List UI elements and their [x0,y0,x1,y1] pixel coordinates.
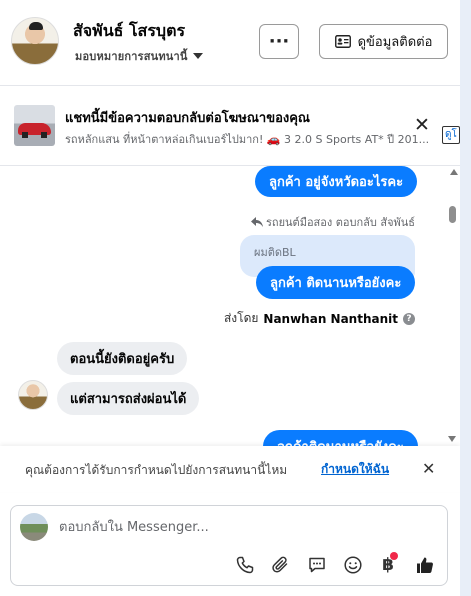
more-options-button[interactable]: ··· [259,24,299,59]
thumbs-up-icon[interactable] [414,554,436,576]
reply-meta-text: รถยนต์มือสอง ตอบกลับ สัจพันธ์ [266,216,415,229]
ad-banner-description: รถหลักแสน ที่หน้าตาหล่อเกินเบอร์ไปมาก! 🚗… [65,133,430,146]
assignment-prompt: คุณต้องการได้รับการกำหนดไปยังการสนทนานี้… [0,446,460,492]
incoming-message[interactable]: แต่สามารถส่งผ่อนได้ [57,382,200,415]
message-composer: ฿ [10,505,448,586]
assign-to-me-link[interactable]: กำหนดให้ฉัน [321,460,389,479]
attachment-icon[interactable] [270,554,292,576]
info-icon[interactable]: ? [403,312,415,325]
close-icon[interactable]: ✕ [414,116,430,135]
caret-down-icon [192,53,203,59]
close-icon[interactable]: ✕ [422,459,435,478]
contact-avatar-small[interactable] [18,380,48,410]
view-contact-button[interactable]: ดูข้อมูลติดต่อ [319,24,448,59]
sent-by-prefix: ส่งโดย [223,311,259,325]
messenger-chat-panel: สัจพันธ์ โสรบุตร มอบหมายการสนทนานี้ ··· … [0,0,460,596]
scroll-thumb[interactable] [449,206,456,223]
scroll-down-icon[interactable] [448,436,456,442]
sender-name: Nanwhan Nanthanit [263,311,398,326]
sent-by-label: ส่งโดย Nanwhan Nanthanit ? [224,309,415,328]
outgoing-message[interactable]: ลูกค้า ติดนานหรือยังคะ [256,266,416,299]
message-thread: ลูกค้า อยู่จังหวัดอะไรคะ รถยนต์มือสอง ตอ… [0,166,460,446]
scroll-up-icon[interactable] [450,169,458,175]
chat-header: สัจพันธ์ โสรบุตร มอบหมายการสนทนานี้ ··· … [0,0,460,86]
page-avatar [20,513,48,541]
message-scrollbar[interactable] [448,166,460,446]
ad-car-thumbnail[interactable] [14,105,55,146]
notification-dot [390,552,398,560]
contact-card-icon [334,35,351,48]
saved-reply-icon[interactable] [306,554,328,576]
ad-banner-title: แชทนี้มีข้อความตอบกลับต่อโฆษณาของคุณ [65,111,310,126]
view-contact-label: ดูข้อมูลติดต่อ [357,35,433,50]
phone-icon[interactable] [234,554,256,576]
contact-name[interactable]: สัจพันธ์ โสรบุตร [73,19,185,44]
emoji-icon[interactable] [342,554,364,576]
baht-icon[interactable]: ฿ [377,552,399,576]
assign-label: มอบหมายการสนทนานี้ [75,50,188,63]
assign-conversation-dropdown[interactable]: มอบหมายการสนทนานี้ [75,47,203,65]
contact-avatar[interactable] [11,17,59,65]
view-ad-link[interactable]: ดูโ [442,126,460,144]
incoming-message[interactable]: ตอนนี้ยังติดอยู่ครับ [57,342,188,375]
outgoing-message[interactable]: ลูกค้า อยู่จังหวัดอะไรคะ [255,166,418,197]
ad-reply-banner: แชทนี้มีข้อความตอบกลับต่อโฆษณาของคุณ รถห… [0,87,460,166]
page-edge [460,0,471,596]
more-icon: ··· [268,31,290,52]
assignment-prompt-text: คุณต้องการได้รับการกำหนดไปยังการสนทนานี้… [25,463,288,477]
reply-input[interactable] [59,518,429,536]
reply-meta: รถยนต์มือสอง ตอบกลับ สัจพันธ์ [251,213,415,231]
reply-arrow-icon [251,217,264,227]
outgoing-message[interactable]: ลูกค้าติดนานหรือยังคะ [263,430,418,446]
